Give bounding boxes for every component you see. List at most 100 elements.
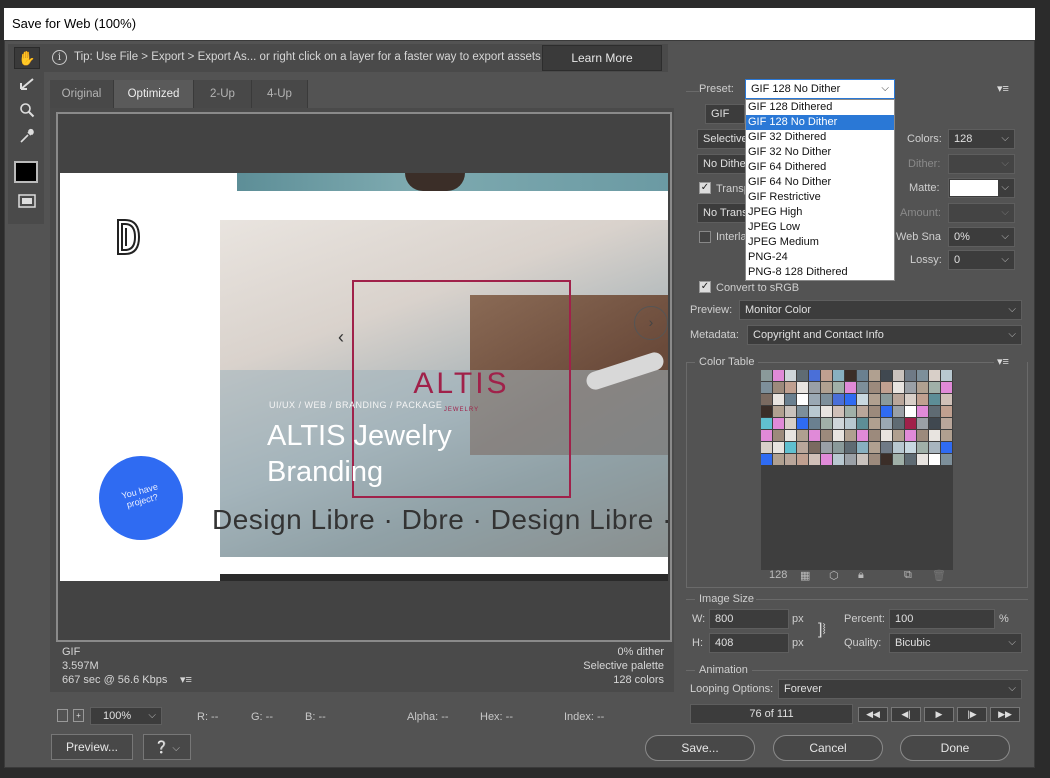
color-swatch[interactable] [845,370,856,381]
color-swatch[interactable] [893,442,904,453]
color-swatch[interactable] [857,430,868,441]
color-swatch[interactable] [905,418,916,429]
color-swatch[interactable] [881,418,892,429]
last-frame-icon[interactable]: ▶▶ [990,707,1020,722]
color-swatch[interactable] [917,394,928,405]
color-swatch[interactable] [785,430,796,441]
tab-optimized[interactable]: Optimized [114,80,194,108]
lossy-select[interactable]: 0 ⌵ [948,250,1015,270]
color-swatch[interactable] [905,382,916,393]
width-field[interactable]: 800 [709,609,789,629]
color-swatch[interactable] [917,442,928,453]
color-swatch[interactable] [929,406,940,417]
color-swatch[interactable] [773,454,784,465]
color-swatch[interactable] [941,454,952,465]
preset-option-selected[interactable]: GIF 128 No Dither [746,115,894,130]
color-swatch[interactable] [845,394,856,405]
metadata-select[interactable]: Copyright and Contact Info ⌵ [747,325,1022,345]
color-swatch[interactable] [893,382,904,393]
hand-tool-icon[interactable]: ✋ [14,47,40,69]
preset-option[interactable]: GIF 64 Dithered [746,160,894,175]
websnap-select[interactable]: 0% ⌵ [948,227,1015,247]
color-swatch[interactable] [833,442,844,453]
color-swatch[interactable] [809,454,820,465]
previous-frame-icon[interactable]: ◀| [891,707,921,722]
color-swatch[interactable] [941,418,952,429]
transparency-checkbox[interactable]: ✓ [699,182,711,194]
color-swatch[interactable] [785,382,796,393]
color-swatch[interactable] [833,406,844,417]
color-swatch[interactable] [761,454,772,465]
color-swatch[interactable] [833,418,844,429]
color-swatch[interactable] [809,394,820,405]
preset-option[interactable]: GIF 128 Dithered [746,100,894,115]
color-swatch[interactable] [857,382,868,393]
color-swatch[interactable] [809,430,820,441]
color-swatch[interactable] [845,406,856,417]
color-swatch[interactable] [761,442,772,453]
convert-srgb-checkbox[interactable]: ✓ [699,281,711,293]
color-swatch[interactable] [869,418,880,429]
optimize-menu-icon[interactable]: ▾≡ [997,82,1009,95]
quality-select[interactable]: Bicubic ⌵ [889,633,1022,653]
zoom-out-button[interactable] [57,709,68,722]
color-swatch[interactable] [893,370,904,381]
color-swatch[interactable] [857,394,868,405]
done-button[interactable]: Done [900,735,1010,761]
tab-4-up[interactable]: 4-Up [252,80,308,108]
color-swatch[interactable] [845,430,856,441]
preset-option[interactable]: JPEG High [746,205,894,220]
toggle-slices-icon[interactable] [14,190,40,212]
color-swatch[interactable] [785,454,796,465]
color-swatch[interactable] [761,418,772,429]
color-swatch[interactable] [785,370,796,381]
color-swatch[interactable] [893,430,904,441]
download-speed-menu-icon[interactable]: ▾≡ [180,673,192,686]
preset-option[interactable]: GIF 64 No Dither [746,175,894,190]
color-swatch[interactable] [869,442,880,453]
color-swatch[interactable] [809,370,820,381]
color-swatch[interactable] [833,382,844,393]
color-swatch[interactable] [797,454,808,465]
delete-color-icon[interactable]: 🗑︎ [932,569,946,582]
preview-in-browser-button[interactable]: Preview... [51,734,133,760]
color-table-grid[interactable] [761,370,953,570]
color-swatch[interactable] [797,442,808,453]
color-swatch[interactable] [845,454,856,465]
color-swatch[interactable] [785,406,796,417]
color-swatch[interactable] [905,442,916,453]
percent-field[interactable]: 100 [889,609,995,629]
color-swatch[interactable] [917,454,928,465]
color-swatch[interactable] [845,442,856,453]
color-swatch[interactable] [893,406,904,417]
color-swatch[interactable] [809,406,820,417]
color-swatch[interactable] [881,370,892,381]
color-swatch[interactable] [761,430,772,441]
color-swatch[interactable] [857,406,868,417]
color-swatch[interactable] [941,442,952,453]
color-swatch[interactable] [881,430,892,441]
color-swatch[interactable] [917,382,928,393]
color-swatch[interactable] [941,382,952,393]
lock-color-icon[interactable]: 🔒︎ [858,569,864,582]
color-swatch[interactable] [785,442,796,453]
color-swatch[interactable] [773,382,784,393]
preset-select[interactable]: GIF 128 No Dither ⌵ [745,79,895,99]
preset-option[interactable]: GIF 32 No Dither [746,145,894,160]
color-swatch[interactable] [893,394,904,405]
color-swatch[interactable] [905,406,916,417]
color-swatch[interactable] [773,430,784,441]
color-swatch[interactable] [833,454,844,465]
color-swatch[interactable] [857,418,868,429]
color-swatch[interactable] [929,442,940,453]
color-swatch[interactable] [917,418,928,429]
color-swatch[interactable] [905,430,916,441]
color-swatch[interactable] [869,370,880,381]
zoom-level-select[interactable]: 100% ⌵ [90,707,162,725]
eyedropper-color-swatch[interactable] [14,161,38,183]
color-swatch[interactable] [773,406,784,417]
looping-select[interactable]: Forever ⌵ [778,679,1022,699]
tab-original[interactable]: Original [50,80,114,108]
slice-select-tool-icon[interactable] [14,73,40,95]
color-swatch[interactable] [893,418,904,429]
